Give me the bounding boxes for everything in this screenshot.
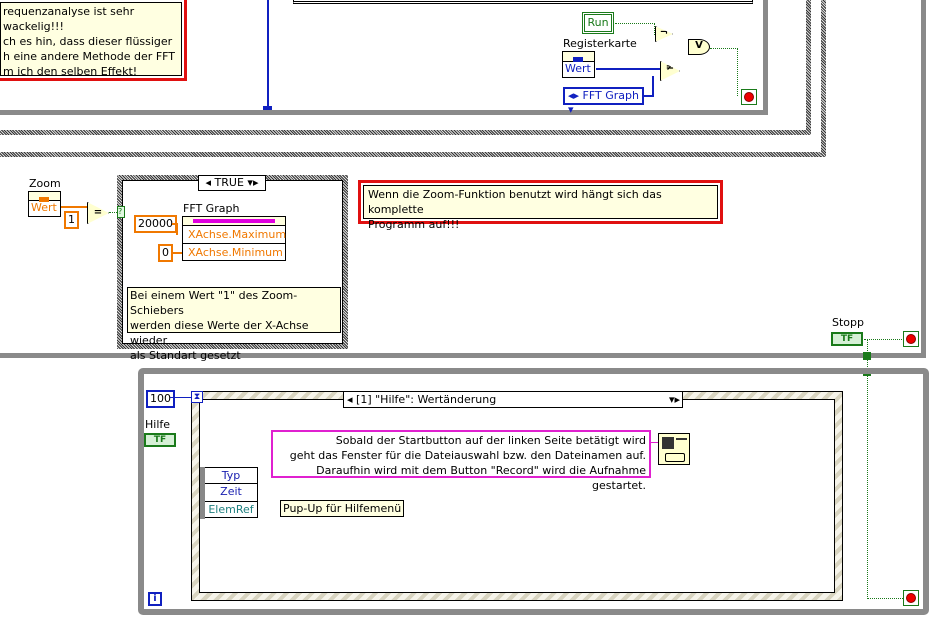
numeric-wire [172,252,182,254]
wert-property: Wert [31,201,57,214]
registerkarte-property-node[interactable]: Wert [562,51,595,78]
outer-frame-bottom [0,152,826,157]
popup-label: Pup-Up für Hilfemenü [280,500,405,517]
wert-property: Wert [565,62,591,75]
stopp-label: Stopp [832,316,864,329]
bool-wire [615,23,655,35]
registerkarte-label: Registerkarte [563,37,637,50]
note-line: m ich den selben Effekt! [3,65,138,78]
note-line: Wenn die Zoom-Funktion benutzt wird häng… [368,188,662,216]
event-selector-value: [1] "Hilfe": Wertänderung [356,393,497,406]
case-frame-right [806,0,811,135]
note-line: Bei einem Wert "1" des Zoom-Schiebers [130,289,298,317]
inner-frame [293,0,753,4]
dialog-icon [658,433,690,465]
blue-wire [652,76,654,97]
string-line: geht das Fenster für die Dateiauswahl bz… [289,449,646,462]
case-note: Bei einem Wert "1" des Zoom-Schiebers we… [127,287,341,362]
string-line: Daraufhin wird mit dem Button "Record" w… [316,464,646,492]
help-loop-stop-condition [903,590,919,606]
or-gate: V [688,39,710,55]
const-one[interactable]: 1 [64,211,79,229]
note-line: ch es hin, dass dieser flüssiger [3,35,173,48]
note-line: werden diese Werte der X-Achse wieder [130,319,309,347]
case-frame-bottom [0,130,811,135]
iteration-terminal: i [148,592,162,606]
hilfe-terminal[interactable]: TF [144,433,176,447]
event-selector[interactable]: ◂ [1] "Hilfe": Wertänderung ▾▸ [343,391,683,408]
event-body [199,399,835,593]
bool-wire [710,48,738,96]
zoom-property-node[interactable]: Wert [28,191,61,217]
event-data-elemref[interactable]: ElemRef [205,501,258,518]
top-loop-border-right [763,0,768,115]
fft-graph-property-node[interactable]: XAchse.Maximum XAchse.Minimum [182,216,286,261]
string-wire [651,442,658,443]
note-line: requenzanalyse ist sehr wackelig!!! [3,5,135,33]
event-data-typ[interactable]: Typ [205,467,258,484]
bool-wire [109,212,117,213]
stopp-terminal[interactable]: TF [831,332,863,346]
string-line: Sobald der Startbutton auf der linken Se… [335,434,646,447]
outer-frame-right [821,0,826,157]
xachse-maximum-property: XAchse.Maximum [183,226,286,244]
selector-terminal: ? [117,206,125,218]
event-data-node: Typ Zeit ElemRef [200,467,258,519]
main-loop-stop-condition [903,331,919,347]
fft-graph-enum[interactable]: ◂▸ FFT Graph ▾ [563,87,644,116]
equal-gate: = [87,202,109,224]
zoom-label: Zoom [29,177,61,190]
note-line: h eine andere Methode der FFT [3,50,176,63]
hilfe-label: Hilfe [145,418,171,431]
event-data-zeit[interactable]: Zeit [205,484,258,501]
const-20000[interactable]: 20000 [134,215,177,233]
xachse-minimum-property: XAchse.Minimum [188,246,283,259]
zoom-warning-note: Wenn die Zoom-Funktion benutzt wird häng… [358,180,723,231]
case-selector-value: TRUE [214,176,244,189]
const-0[interactable]: 0 [158,244,173,262]
timeout-terminal: ⧗ [191,391,203,403]
timeout-const[interactable]: 100 [146,390,175,408]
not-equal-gate: ≠ [660,61,680,81]
enum-value: FFT Graph [582,89,639,102]
main-loop-right [921,0,926,358]
not-gate: ¬ [655,26,673,42]
top-loop-border-bottom [0,110,768,115]
numeric-wire [176,223,178,235]
fft-warning-note: requenzanalyse ist sehr wackelig!!! ch e… [0,0,187,81]
timeout-wire [170,397,192,398]
blue-wire [267,0,269,108]
loop-stop-condition [741,89,757,105]
note-line: Programm auf!!! [368,218,460,231]
fft-graph-label: FFT Graph [183,202,240,215]
numeric-wire [61,206,89,208]
note-line: als Standart gesetzt [130,349,241,362]
help-message-string: Sobald der Startbutton auf der linken Se… [271,430,651,492]
run-terminal[interactable]: Run [582,12,614,34]
blue-wire [596,68,660,70]
case-selector[interactable]: ◂ TRUE ▾▸ [198,175,266,191]
